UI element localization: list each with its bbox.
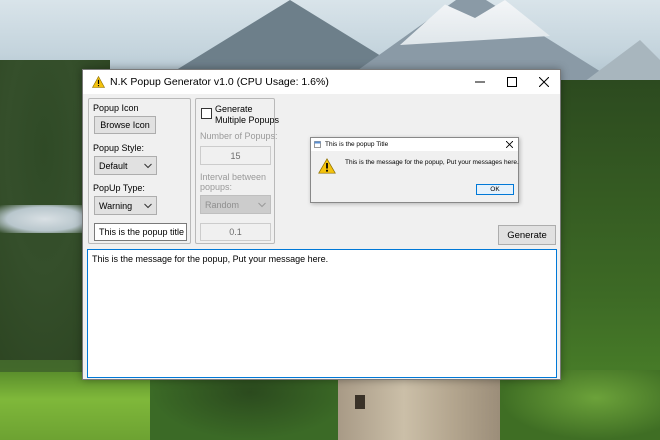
app-icon [314, 141, 321, 148]
popup-type-label: PopUp Type: [93, 183, 145, 193]
message-textarea[interactable]: This is the message for the popup, Put y… [87, 249, 557, 378]
preview-popup-close-button[interactable] [504, 139, 514, 149]
number-of-popups-value: 15 [230, 150, 241, 161]
preview-popup-titlebar[interactable]: This is the popup Title [311, 138, 518, 151]
popup-title-value: This is the popup title [99, 227, 185, 237]
popup-icon-label: Popup Icon [93, 103, 139, 113]
chevron-down-icon [144, 203, 152, 208]
minimize-button[interactable] [464, 70, 496, 94]
interval-mode-value: Random [205, 199, 240, 210]
window-controls [464, 70, 560, 94]
number-of-popups-label: Number of Popups: [200, 131, 278, 141]
popup-title-input[interactable]: This is the popup title [94, 223, 187, 241]
close-icon [539, 77, 549, 87]
window-title: N.K Popup Generator v1.0 (CPU Usage: 1.6… [110, 76, 329, 88]
number-of-popups-input[interactable]: 15 [200, 146, 271, 165]
popup-type-value: Warning [99, 200, 133, 211]
close-icon [505, 140, 513, 148]
generate-multiple-label: Generate [215, 104, 253, 114]
generate-multiple-label: Multiple Popups [215, 115, 280, 125]
window-titlebar[interactable]: N.K Popup Generator v1.0 (CPU Usage: 1.6… [83, 70, 560, 94]
browse-icon-button[interactable]: Browse Icon [94, 116, 156, 134]
maximize-button[interactable] [496, 70, 528, 94]
wallpaper-trees [150, 380, 350, 440]
multiple-popups-group: Generate Multiple Popups Number of Popup… [195, 98, 279, 244]
interval-label: popups: [200, 182, 233, 192]
minimize-icon [475, 81, 485, 83]
wallpaper-tower-window [355, 395, 365, 409]
chevron-down-icon [144, 163, 152, 168]
maximize-icon [507, 77, 517, 87]
wallpaper-tower [338, 378, 503, 440]
popup-generator-window: N.K Popup Generator v1.0 (CPU Usage: 1.6… [82, 69, 561, 380]
popup-style-value: Default [99, 160, 128, 171]
preview-popup-window: This is the popup Title This is the mess… [310, 137, 519, 203]
interval-mode-select[interactable]: Random [200, 195, 271, 214]
warning-icon [318, 158, 336, 174]
interval-value: 0.1 [229, 227, 242, 237]
popup-style-select[interactable]: Default [94, 156, 157, 175]
close-button[interactable] [528, 70, 560, 94]
wallpaper-cloud [0, 205, 90, 233]
chevron-down-icon [258, 202, 266, 207]
popup-settings-group: Popup Icon Browse Icon Popup Style: Defa… [88, 98, 191, 244]
generate-multiple-checkbox[interactable] [201, 108, 212, 119]
popup-style-label: Popup Style: [93, 143, 145, 153]
popup-type-select[interactable]: Warning [94, 196, 157, 215]
preview-popup-title: This is the popup Title [325, 141, 389, 148]
warning-icon [91, 75, 105, 89]
generate-button[interactable]: Generate [498, 225, 556, 245]
preview-popup-ok-button[interactable]: OK [476, 184, 514, 195]
interval-label: Interval between [200, 172, 267, 182]
wallpaper-trees [500, 370, 660, 440]
preview-popup-message: This is the message for the popup, Put y… [345, 159, 519, 166]
interval-value-input[interactable]: 0.1 [200, 223, 271, 241]
